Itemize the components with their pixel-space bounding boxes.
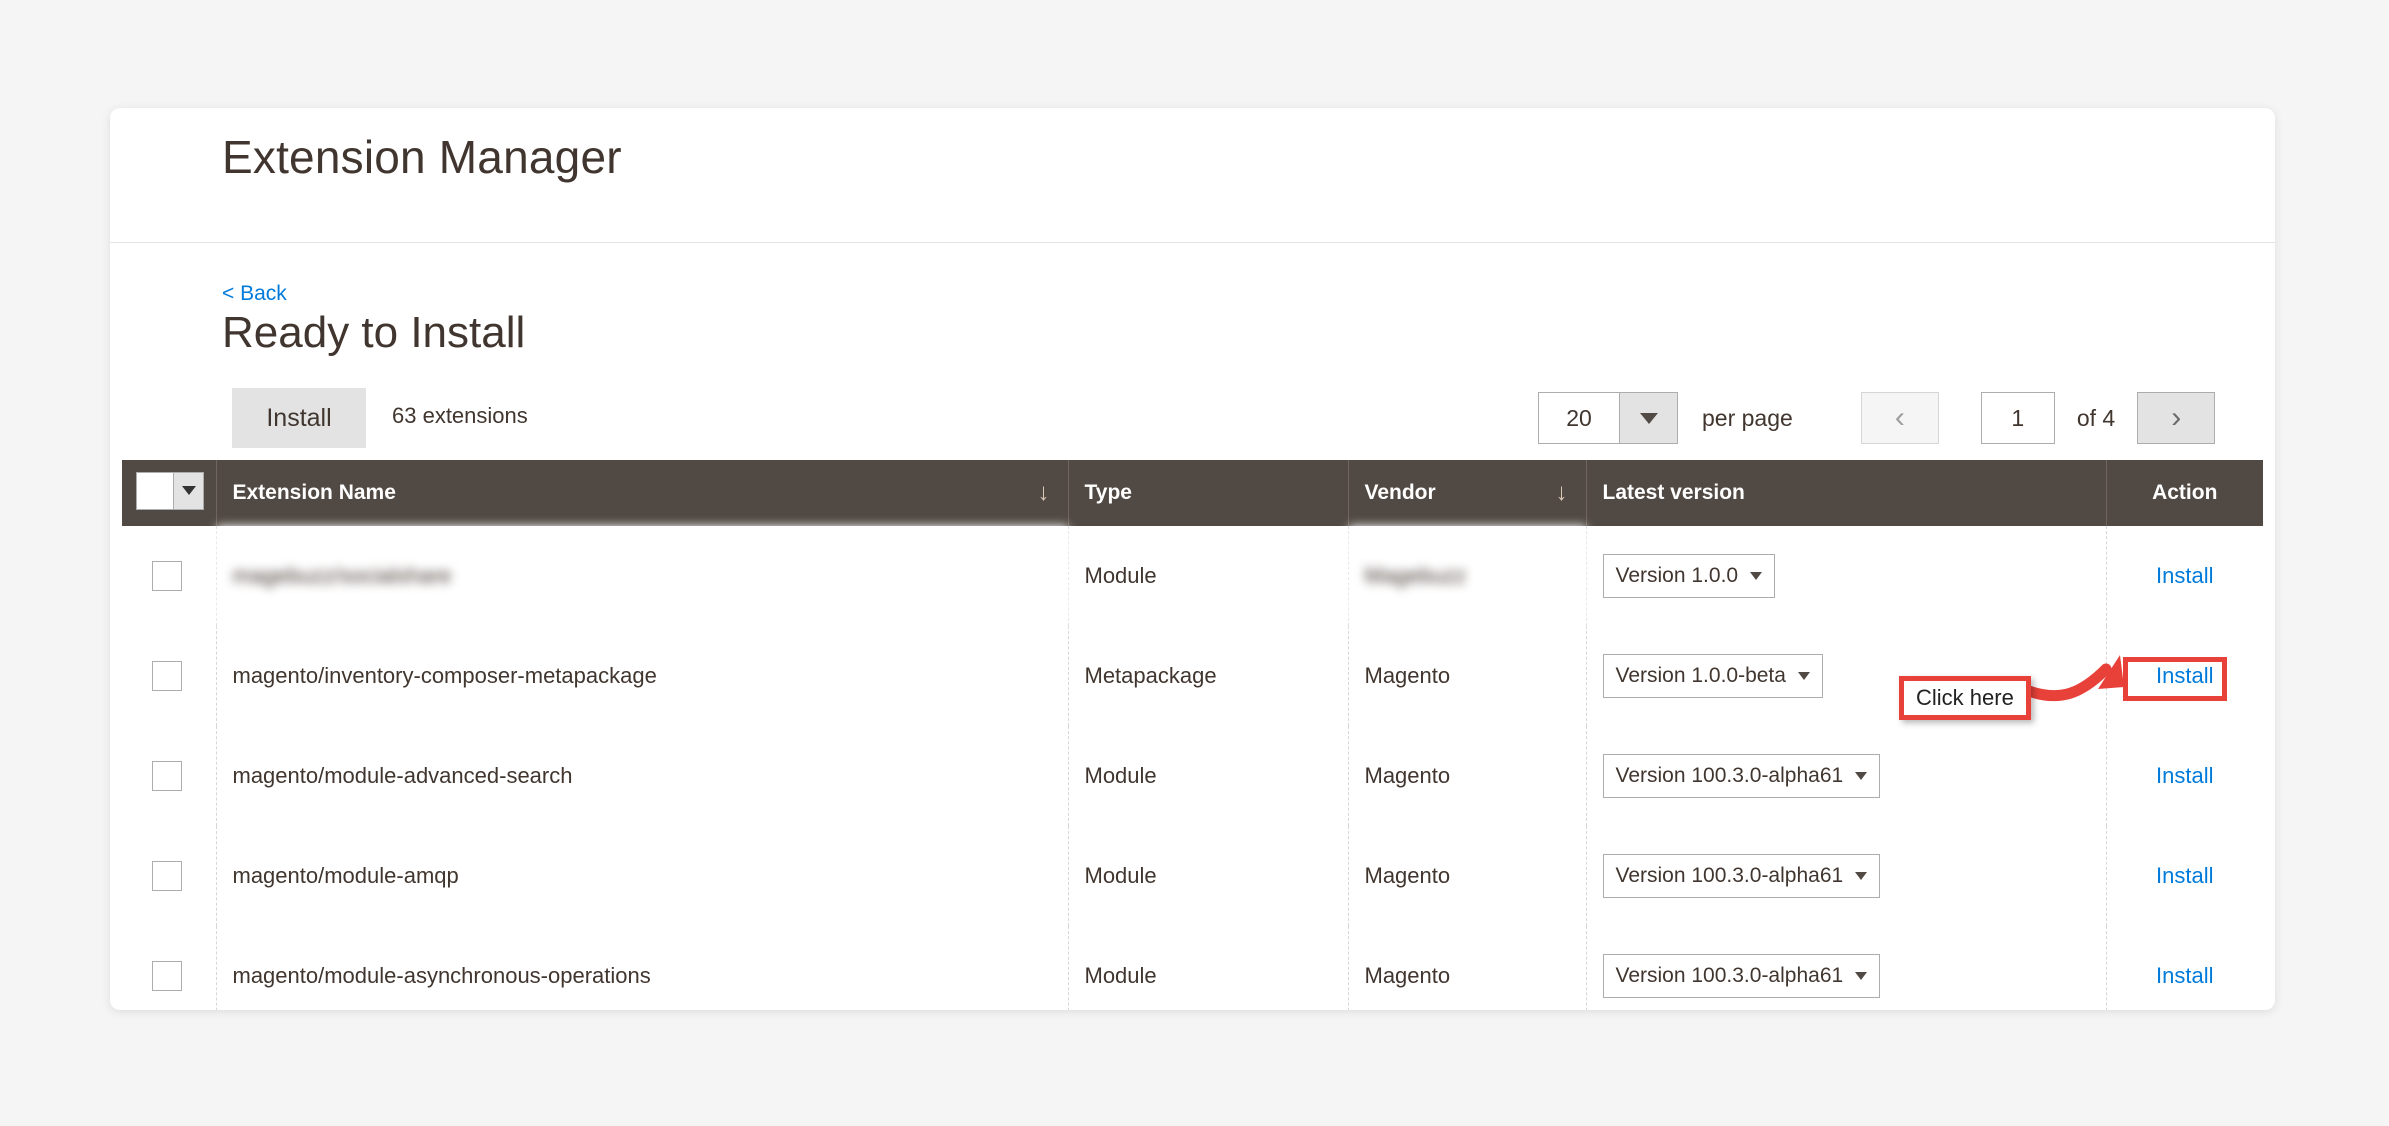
extension-name-cell: magento/module-advanced-search (216, 726, 1069, 826)
chevron-down-icon (1750, 572, 1763, 580)
per-page-select[interactable]: 20 (1538, 392, 1678, 444)
section-heading: Ready to Install (222, 308, 526, 357)
table-row: magento/module-asynchronous-operations Mo… (122, 926, 2263, 1010)
version-select-value: Version 100.3.0-alpha61 (1615, 864, 1844, 887)
type-cell: Module (1068, 826, 1349, 926)
select-all-control[interactable] (136, 471, 204, 510)
install-link[interactable]: Install (2156, 763, 2213, 788)
tab-install[interactable]: Install (232, 388, 366, 448)
extension-manager-card: Extension Manager < Back Ready to Instal… (110, 108, 2275, 1010)
vendor-cell: Magento (1348, 626, 1587, 726)
table-row: magebuzz/socialshare Module Magebuzz Versio… (122, 526, 2263, 626)
chevron-down-icon (1619, 393, 1677, 443)
page-title: Extension Manager (222, 131, 622, 183)
title-divider (110, 242, 2275, 243)
vendor-cell: Magento (1348, 726, 1587, 826)
install-link[interactable]: Install (2156, 863, 2213, 888)
install-link[interactable]: Install (2156, 663, 2213, 688)
screen: Extension Manager < Back Ready to Instal… (0, 0, 2389, 1126)
column-header-latest-version[interactable]: Latest version (1586, 460, 2107, 526)
version-select[interactable]: Version 100.3.0-alpha61 (1602, 954, 1881, 998)
checkbox-icon[interactable] (152, 661, 182, 691)
row-select-cell[interactable] (122, 826, 217, 926)
total-pages-label: of 4 (2076, 404, 2116, 431)
table-header-row: Extension Name ↓ Type Vendor ↓ Latest ve… (122, 460, 2263, 526)
vendor-cell: Magento (1348, 826, 1587, 926)
chevron-down-icon (1855, 972, 1868, 980)
extension-name-cell: magento/module-amqp (216, 826, 1069, 926)
checkbox-icon[interactable] (152, 561, 182, 591)
install-link[interactable]: Install (2156, 963, 2213, 988)
table-header: Extension Name ↓ Type Vendor ↓ Latest ve… (122, 460, 2263, 526)
chevron-down-icon (1855, 872, 1868, 880)
version-select[interactable]: Version 100.3.0-alpha61 (1602, 854, 1881, 898)
checkbox-icon[interactable] (137, 472, 173, 509)
version-cell: Version 100.3.0-alpha61 (1586, 726, 2107, 826)
column-header-select-all[interactable] (122, 460, 217, 526)
column-header-vendor[interactable]: Vendor ↓ (1348, 460, 1587, 526)
version-select-value: Version 100.3.0-alpha61 (1615, 764, 1844, 787)
action-cell: Install (2106, 526, 2263, 626)
type-cell: Module (1068, 726, 1349, 826)
annotation-callout-text: Click here (1916, 685, 2014, 710)
version-select[interactable]: Version 1.0.0 (1602, 554, 1776, 598)
extension-name-cell: magento/inventory-composer-metapackage (216, 626, 1069, 726)
next-page-button[interactable]: › (2137, 392, 2216, 444)
per-page-value: 20 (1566, 404, 1592, 431)
back-link[interactable]: < Back (222, 282, 287, 306)
version-cell: Version 100.3.0-alpha61 (1586, 826, 2107, 926)
sort-descending-icon[interactable]: ↓ (1038, 481, 1050, 505)
row-select-cell[interactable] (122, 926, 217, 1010)
checkbox-icon[interactable] (152, 761, 182, 791)
prev-page-button[interactable]: ‹ (1860, 392, 1939, 444)
install-link[interactable]: Install (2156, 563, 2213, 588)
row-select-cell[interactable] (122, 726, 217, 826)
action-cell: Install (2106, 626, 2263, 726)
column-label: Extension Name (232, 481, 396, 504)
column-label: Action (2152, 481, 2218, 504)
table-row: magento/module-amqp Module Magento Version … (122, 826, 2263, 926)
column-label: Vendor (1364, 481, 1436, 504)
extensions-table: Extension Name ↓ Type Vendor ↓ Latest ve… (122, 460, 2263, 1010)
table-body: magebuzz/socialshare Module Magebuzz Versio… (122, 526, 2263, 1010)
chevron-down-icon (1797, 672, 1810, 680)
version-cell: Version 100.3.0-alpha61 (1586, 926, 2107, 1010)
version-select-value: Version 1.0.0 (1615, 564, 1739, 587)
chevron-down-icon (1855, 772, 1868, 780)
type-cell: Module (1068, 526, 1349, 626)
checkbox-icon[interactable] (152, 861, 182, 891)
column-label: Latest version (1602, 481, 1745, 504)
column-label: Type (1084, 481, 1132, 504)
version-select-value: Version 1.0.0-beta (1615, 664, 1786, 687)
version-cell: Version 1.0.0 (1586, 526, 2107, 626)
version-select[interactable]: Version 1.0.0-beta (1602, 654, 1823, 698)
page-number-input[interactable]: 1 (1980, 392, 2055, 444)
annotation-callout: Click here (1899, 676, 2031, 720)
extension-count-label: 63 extensions (392, 403, 528, 428)
column-header-action: Action (2106, 460, 2263, 526)
pagination-controls: 20 per page ‹ 1 of 4 › (1538, 386, 2216, 450)
per-page-label: per page (1702, 404, 1793, 431)
table-row: magento/module-advanced-search Module Mage… (122, 726, 2263, 826)
extension-name-cell: magento/module-asynchronous-operations (216, 926, 1069, 1010)
checkbox-icon[interactable] (152, 961, 182, 991)
column-header-type[interactable]: Type (1068, 460, 1349, 526)
type-cell: Module (1068, 926, 1349, 1010)
version-select[interactable]: Version 100.3.0-alpha61 (1602, 754, 1881, 798)
column-header-extension-name[interactable]: Extension Name ↓ (216, 460, 1069, 526)
row-select-cell[interactable] (122, 526, 217, 626)
extension-name-cell: magebuzz/socialshare (216, 526, 1069, 626)
chevron-down-icon[interactable] (173, 472, 203, 509)
action-cell: Install (2106, 926, 2263, 1010)
vendor-cell: Magebuzz (1348, 526, 1587, 626)
action-cell: Install (2106, 726, 2263, 826)
action-cell: Install (2106, 826, 2263, 926)
version-select-value: Version 100.3.0-alpha61 (1615, 964, 1844, 987)
row-select-cell[interactable] (122, 626, 217, 726)
sort-descending-icon[interactable]: ↓ (1556, 481, 1568, 505)
type-cell: Metapackage (1068, 626, 1349, 726)
vendor-cell: Magento (1348, 926, 1587, 1010)
